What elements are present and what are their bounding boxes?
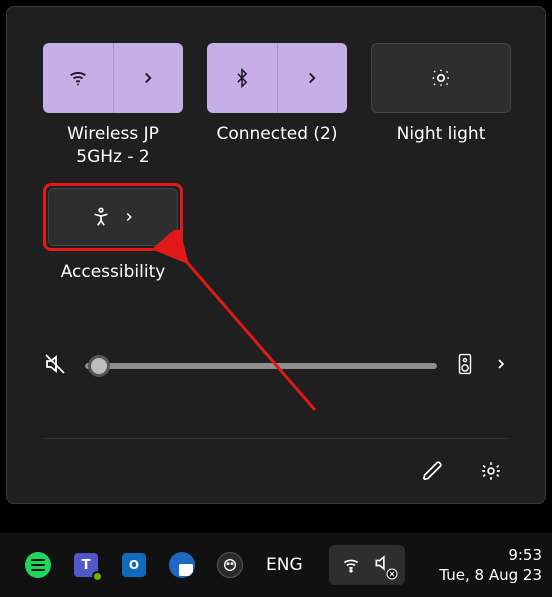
audio-output-icon[interactable] xyxy=(455,353,475,379)
taskbar-date: Tue, 8 Aug 23 xyxy=(439,565,542,585)
bluetooth-tile[interactable] xyxy=(207,43,347,113)
volume-mute-icon[interactable] xyxy=(43,352,67,380)
chevron-right-icon xyxy=(139,69,157,87)
bluetooth-label: Connected (2) xyxy=(216,123,337,146)
systray-wifi-icon xyxy=(341,555,361,575)
bluetooth-expand[interactable] xyxy=(277,43,347,113)
gear-icon xyxy=(480,460,502,482)
wifi-tile[interactable] xyxy=(43,43,183,113)
audio-output-expand[interactable] xyxy=(493,356,509,376)
accessibility-tile-wrap: Accessibility xyxy=(43,183,183,284)
nightlight-tile[interactable] xyxy=(371,43,511,113)
wifi-tile-wrap: Wireless JP 5GHz - 2 xyxy=(43,43,183,169)
settings-button[interactable] xyxy=(473,453,509,489)
nightlight-label: Night light xyxy=(397,123,486,146)
volume-row xyxy=(43,352,509,380)
taskbar-teams-icon[interactable] xyxy=(72,551,100,579)
taskbar-time: 9:53 xyxy=(439,545,542,565)
systray-volume-icon xyxy=(373,553,393,577)
bluetooth-toggle[interactable] xyxy=(207,43,277,113)
wifi-icon xyxy=(67,67,89,89)
edit-quick-settings-button[interactable] xyxy=(415,453,451,489)
chevron-right-icon xyxy=(303,69,321,87)
taskbar-outlook-icon[interactable]: O xyxy=(120,551,148,579)
taskbar-language[interactable]: ENG xyxy=(266,555,303,575)
taskbar-spotify-icon[interactable] xyxy=(24,551,52,579)
taskbar-app-icon[interactable] xyxy=(216,551,244,579)
accessibility-label: Accessibility xyxy=(61,261,166,284)
wifi-label: Wireless JP 5GHz - 2 xyxy=(43,123,183,169)
taskbar-thunderbird-icon[interactable] xyxy=(168,551,196,579)
nightlight-icon xyxy=(430,67,452,89)
wifi-toggle[interactable] xyxy=(43,43,113,113)
bluetooth-tile-wrap: Connected (2) xyxy=(207,43,347,169)
volume-slider-thumb[interactable] xyxy=(88,355,110,377)
volume-slider[interactable] xyxy=(85,363,437,369)
quick-tiles-grid: Wireless JP 5GHz - 2 Connected (2) Night… xyxy=(43,43,509,284)
panel-actions-row xyxy=(43,438,509,489)
pencil-icon xyxy=(422,460,444,482)
taskbar: O ENG 9:53 Tue, 8 Aug 23 xyxy=(0,533,552,597)
wifi-expand[interactable] xyxy=(113,43,183,113)
chevron-right-icon xyxy=(493,356,509,372)
chevron-right-icon xyxy=(122,210,136,224)
nightlight-tile-wrap: Night light xyxy=(371,43,511,169)
accessibility-highlight xyxy=(43,183,183,251)
bluetooth-icon xyxy=(232,68,252,88)
taskbar-clock[interactable]: 9:53 Tue, 8 Aug 23 xyxy=(439,545,542,586)
accessibility-tile[interactable] xyxy=(48,188,178,246)
taskbar-systray[interactable] xyxy=(329,545,405,585)
accessibility-icon xyxy=(90,206,112,228)
quick-settings-panel: Wireless JP 5GHz - 2 Connected (2) Night… xyxy=(6,6,546,504)
